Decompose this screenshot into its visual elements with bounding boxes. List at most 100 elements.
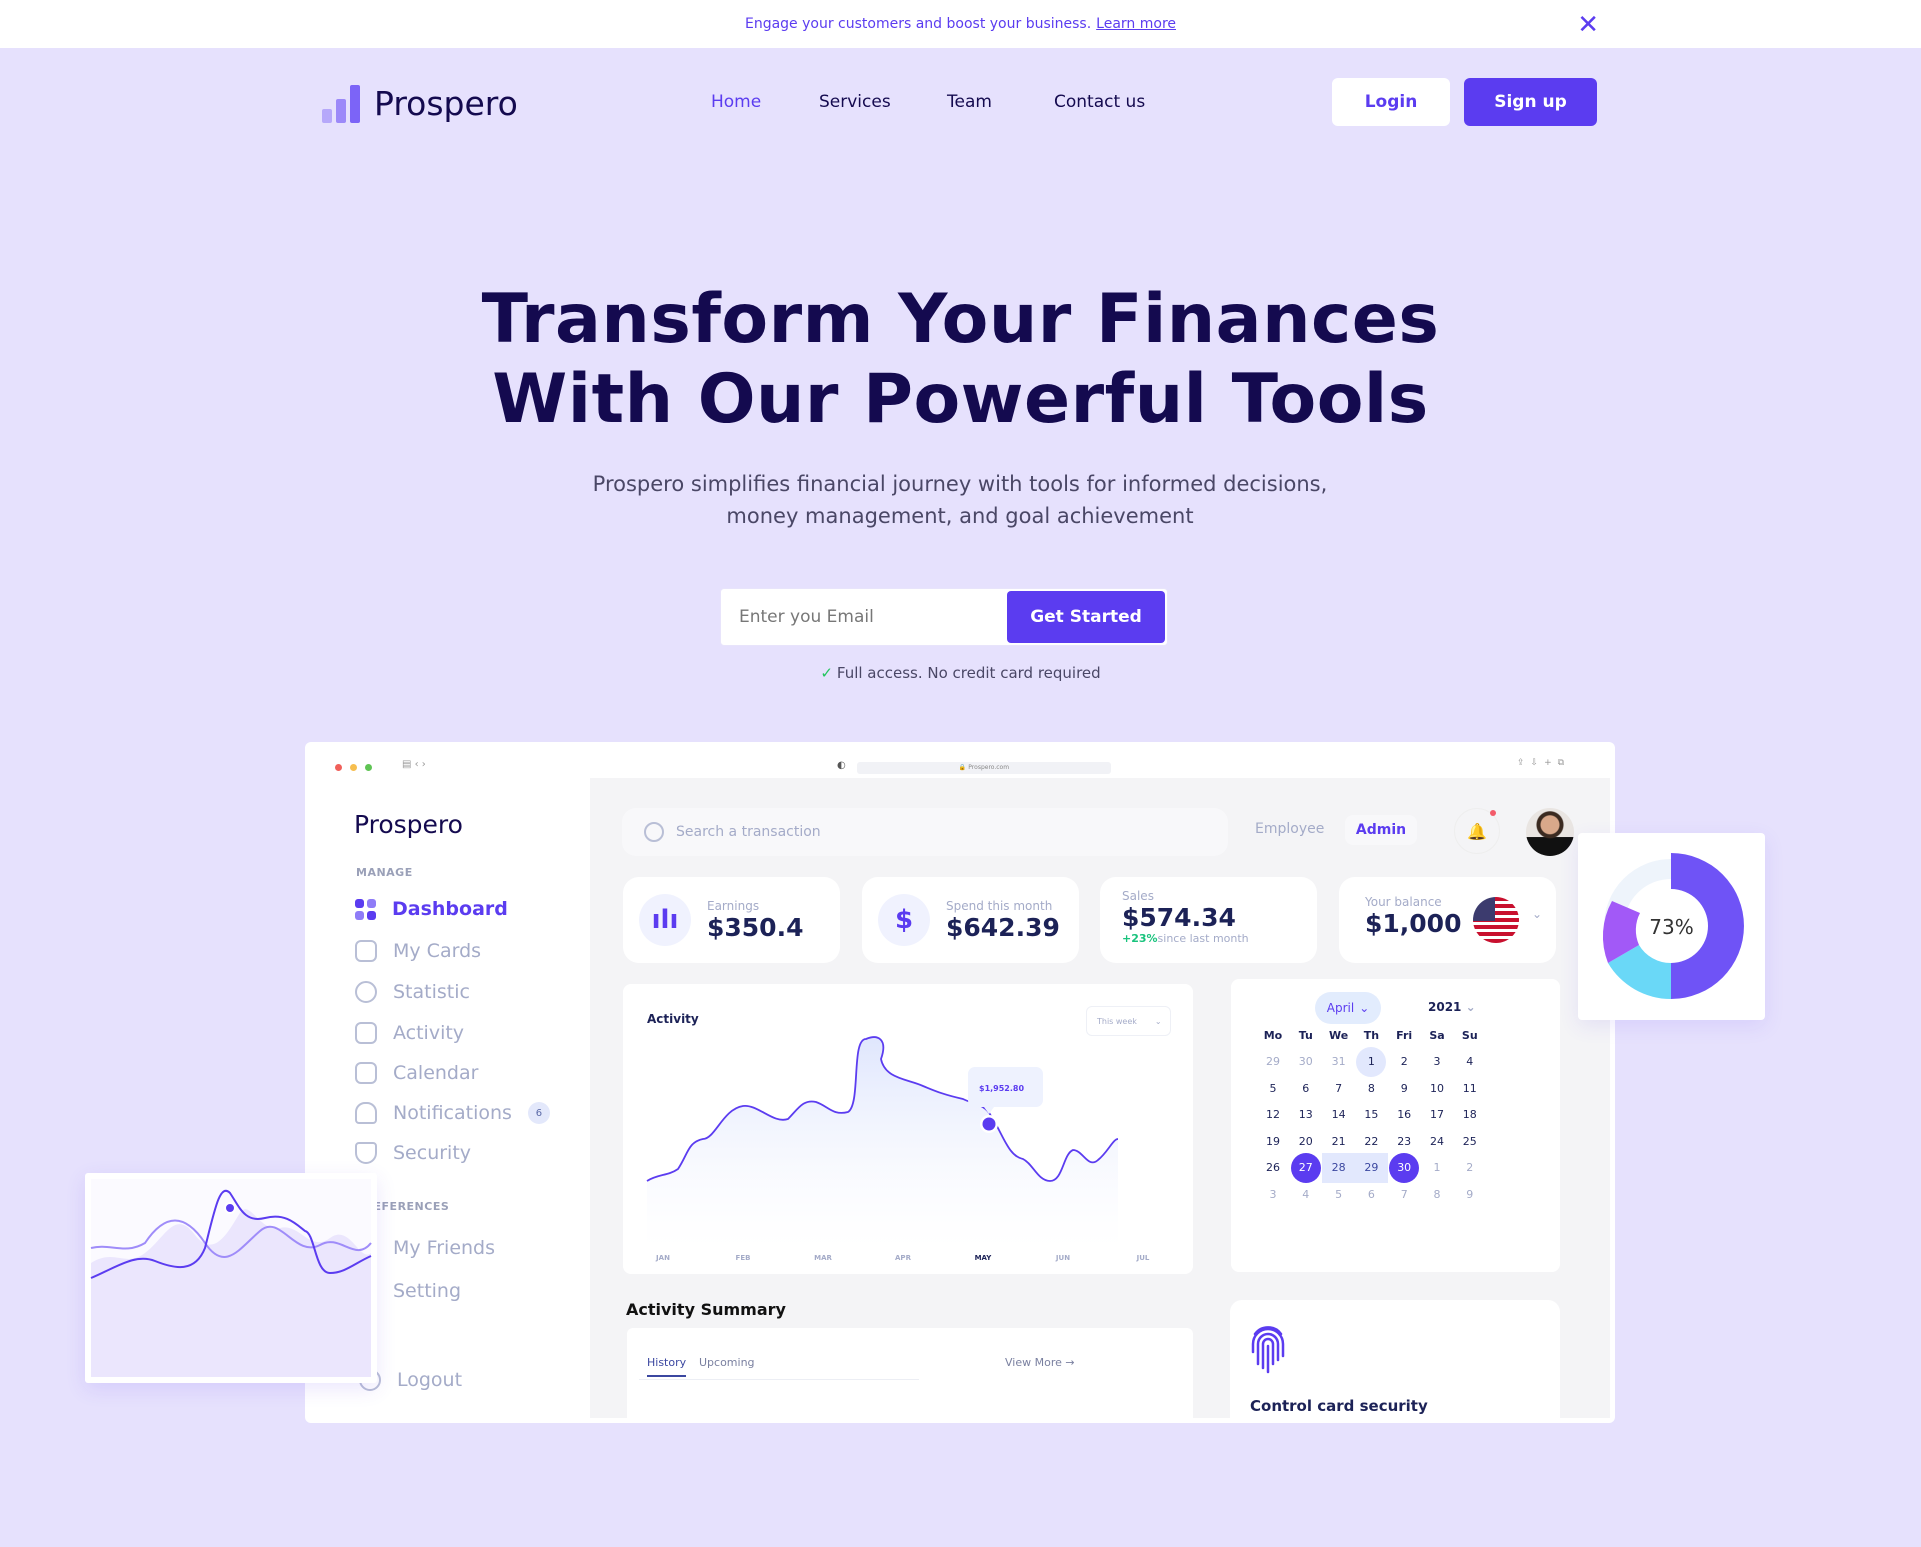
- view-more-link[interactable]: View More →: [1005, 1356, 1075, 1369]
- weekday-label: Su: [1461, 1029, 1478, 1042]
- nav-contact[interactable]: Contact us: [1054, 92, 1145, 112]
- calendar-day[interactable]: 9: [1455, 1180, 1485, 1210]
- calendar-day[interactable]: 10: [1422, 1074, 1452, 1104]
- activity-chart: [646, 1036, 1119, 1249]
- signup-button[interactable]: Sign up: [1464, 78, 1597, 126]
- calendar-day[interactable]: 5: [1324, 1180, 1354, 1210]
- calendar-day[interactable]: 7: [1389, 1180, 1419, 1210]
- calendar-day[interactable]: 29: [1354, 1153, 1388, 1183]
- weekday-label: Th: [1363, 1029, 1380, 1042]
- calendar-day[interactable]: 20: [1291, 1127, 1321, 1157]
- calendar-day[interactable]: 8: [1356, 1074, 1386, 1104]
- calendar-day[interactable]: 8: [1422, 1180, 1452, 1210]
- activity-icon: [355, 1022, 377, 1044]
- weekday-label: Fri: [1396, 1029, 1413, 1042]
- calendar-day[interactable]: 21: [1324, 1127, 1354, 1157]
- calendar-day[interactable]: 30: [1291, 1047, 1321, 1077]
- activity-point[interactable]: [982, 1117, 996, 1131]
- calendar-day[interactable]: 22: [1356, 1127, 1386, 1157]
- floating-chart-card: [85, 1173, 377, 1383]
- calendar-day[interactable]: 30: [1389, 1153, 1420, 1183]
- learn-more-link[interactable]: Learn more: [1096, 16, 1176, 32]
- calendar-day[interactable]: 6: [1356, 1180, 1386, 1210]
- month-label: APR: [895, 1254, 911, 1262]
- calendar-day[interactable]: 1: [1422, 1153, 1452, 1183]
- cards-icon: [355, 940, 377, 962]
- theme-icon: ◐: [837, 760, 846, 771]
- month-select[interactable]: April ⌄: [1315, 992, 1381, 1024]
- hero-title: Transform Your Finances With Our Powerful…: [481, 280, 1440, 439]
- calendar-day[interactable]: 5: [1258, 1074, 1288, 1104]
- login-button[interactable]: Login: [1332, 78, 1450, 126]
- spend-card: $ Spend this month $642.39: [862, 877, 1079, 963]
- browser-actions-icon: ⇪⇩+⧉: [1517, 758, 1571, 768]
- us-flag-icon[interactable]: [1473, 897, 1519, 943]
- sales-change: +23%: [1122, 932, 1158, 945]
- brand-name: Prospero: [374, 84, 518, 123]
- calendar-day[interactable]: 3: [1258, 1180, 1288, 1210]
- security-card-title: Control card security: [1250, 1397, 1428, 1415]
- calendar-day[interactable]: 25: [1455, 1127, 1485, 1157]
- calendar-day[interactable]: 24: [1422, 1127, 1452, 1157]
- month-label: MAY: [974, 1254, 992, 1262]
- calendar-day[interactable]: 16: [1389, 1100, 1419, 1130]
- tab-history[interactable]: History: [647, 1356, 687, 1377]
- calendar-day[interactable]: 18: [1455, 1100, 1485, 1130]
- calendar-day[interactable]: 14: [1324, 1100, 1354, 1130]
- sidebar-item-security[interactable]: Security: [355, 1142, 471, 1164]
- calendar-day[interactable]: 17: [1422, 1100, 1452, 1130]
- nav-home[interactable]: Home: [711, 92, 761, 112]
- calendar-day[interactable]: 7: [1324, 1074, 1354, 1104]
- tab-upcoming[interactable]: Upcoming: [699, 1356, 755, 1369]
- calendar-day[interactable]: 11: [1455, 1074, 1485, 1104]
- calendar-day[interactable]: 26: [1258, 1153, 1288, 1183]
- calendar-day[interactable]: 9: [1389, 1074, 1419, 1104]
- sidebar-brand: Prospero: [354, 810, 463, 839]
- calendar-day[interactable]: 31: [1324, 1047, 1354, 1077]
- search-input[interactable]: Search a transaction: [622, 808, 1228, 856]
- nav-services[interactable]: Services: [819, 92, 891, 112]
- calendar-day[interactable]: 15: [1356, 1100, 1386, 1130]
- window-max-dot: [365, 764, 372, 771]
- calendar-day[interactable]: 29: [1258, 1047, 1288, 1077]
- sidebar-item-notifications[interactable]: Notifications 6: [355, 1102, 550, 1124]
- calendar-day[interactable]: 1: [1356, 1047, 1387, 1077]
- fingerprint-icon: [1251, 1326, 1285, 1374]
- calendar-day[interactable]: 27: [1290, 1153, 1321, 1183]
- calendar-day[interactable]: 28: [1322, 1153, 1356, 1183]
- calendar-day[interactable]: 6: [1291, 1074, 1321, 1104]
- bell-icon: [355, 1102, 377, 1124]
- check-icon: ✓: [820, 664, 833, 682]
- bar-chart-icon: ılı: [639, 894, 691, 946]
- calendar-day[interactable]: 2: [1389, 1047, 1419, 1077]
- calendar-day[interactable]: 13: [1291, 1100, 1321, 1130]
- sidebar-item-calendar[interactable]: Calendar: [355, 1062, 478, 1084]
- calendar-day[interactable]: 4: [1455, 1047, 1485, 1077]
- email-input[interactable]: [739, 589, 999, 645]
- year-select[interactable]: 2021 ⌄: [1428, 1000, 1476, 1014]
- weekday-label: Sa: [1429, 1029, 1445, 1042]
- calendar-day[interactable]: 3: [1422, 1047, 1452, 1077]
- role-admin[interactable]: Admin: [1345, 815, 1417, 845]
- activity-summary-title: Activity Summary: [626, 1300, 786, 1319]
- sidebar-item-dashboard[interactable]: Dashboard: [355, 898, 508, 920]
- sidebar-item-my-cards[interactable]: My Cards: [355, 940, 481, 962]
- shield-icon: [355, 1142, 377, 1164]
- get-started-button[interactable]: Get Started: [1007, 591, 1165, 643]
- calendar-day[interactable]: 12: [1258, 1100, 1288, 1130]
- url-bar: 🔒 Prospero.com: [857, 762, 1111, 774]
- sidebar-item-statistic[interactable]: Statistic: [355, 981, 470, 1003]
- calendar-day[interactable]: 2: [1455, 1153, 1485, 1183]
- sales-change-note: since last month: [1157, 932, 1249, 945]
- browser-nav-icon: ▤ ‹ ›: [402, 759, 426, 770]
- nav-team[interactable]: Team: [947, 92, 992, 112]
- avatar[interactable]: [1526, 808, 1574, 856]
- calendar-day[interactable]: 23: [1389, 1127, 1419, 1157]
- logo[interactable]: Prospero: [322, 84, 518, 123]
- chevron-down-icon[interactable]: ⌄: [1532, 907, 1542, 921]
- calendar-day[interactable]: 19: [1258, 1127, 1288, 1157]
- close-icon[interactable]: ✕: [1577, 10, 1599, 40]
- sidebar-item-activity[interactable]: Activity: [355, 1022, 464, 1044]
- calendar-day[interactable]: 4: [1291, 1180, 1321, 1210]
- role-employee[interactable]: Employee: [1255, 821, 1324, 837]
